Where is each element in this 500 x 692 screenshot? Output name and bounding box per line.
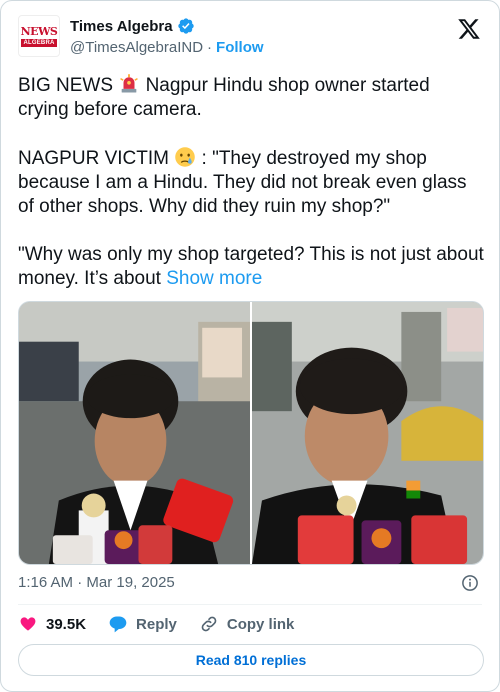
- name-row: Times Algebra: [70, 17, 195, 35]
- crying-face-emoji-icon: [175, 147, 196, 167]
- follow-button[interactable]: Follow: [216, 39, 264, 56]
- avatar-text-top: NEWS: [20, 24, 58, 38]
- tweet-text-p2-before: NAGPUR VICTIM: [18, 148, 175, 169]
- reply-bubble-icon: [109, 616, 127, 633]
- photo-right[interactable]: [252, 302, 483, 564]
- photo-left[interactable]: [19, 302, 250, 564]
- copy-link-label: Copy link: [226, 615, 295, 633]
- tweet-timestamp[interactable]: 1:16 AM · Mar 19, 2025: [18, 574, 175, 591]
- tweet-text: BIG NEWS Nagpur Hindu shop owner started…: [18, 73, 484, 291]
- display-name[interactable]: Times Algebra: [70, 18, 173, 35]
- read-replies-label: Read 810 replies: [195, 652, 307, 668]
- link-icon: [201, 616, 217, 632]
- photo-right-image: [252, 302, 483, 564]
- media-grid: [18, 301, 484, 565]
- tweet-text-p1-before: BIG NEWS: [18, 75, 119, 96]
- tweet-header: NEWS ALGEBRA Times Algebra @TimesAlgebra…: [18, 13, 487, 57]
- avatar[interactable]: NEWS ALGEBRA: [18, 15, 60, 57]
- reply-button[interactable]: Reply: [108, 614, 177, 634]
- photo-left-image: [19, 302, 250, 564]
- meta-separator: ·: [77, 574, 83, 591]
- copy-link-button[interactable]: Copy link: [199, 614, 295, 634]
- tweet-time: 1:16 AM: [18, 574, 74, 591]
- tweet-date: Mar 19, 2025: [86, 574, 175, 591]
- like-button[interactable]: 39.5K: [18, 614, 86, 634]
- handle-separator: ·: [207, 39, 213, 56]
- divider: [18, 604, 482, 605]
- show-more-link[interactable]: Show more: [166, 268, 262, 289]
- tweet-card: NEWS ALGEBRA Times Algebra @TimesAlgebra…: [0, 0, 500, 692]
- info-icon[interactable]: [461, 574, 479, 592]
- avatar-text-bottom: ALGEBRA: [21, 38, 57, 47]
- x-logo-icon[interactable]: [457, 17, 481, 41]
- action-bar: 39.5K Reply Copy link: [18, 613, 316, 635]
- like-count: 39.5K: [46, 615, 87, 633]
- handle[interactable]: @TimesAlgebraIND: [70, 39, 203, 56]
- read-replies-button[interactable]: Read 810 replies: [18, 644, 484, 676]
- handle-row: @TimesAlgebraIND · Follow: [70, 39, 264, 56]
- reply-label: Reply: [136, 615, 177, 633]
- siren-emoji-icon: [120, 74, 139, 93]
- heart-icon: [20, 617, 36, 631]
- verified-badge-icon: [177, 18, 194, 34]
